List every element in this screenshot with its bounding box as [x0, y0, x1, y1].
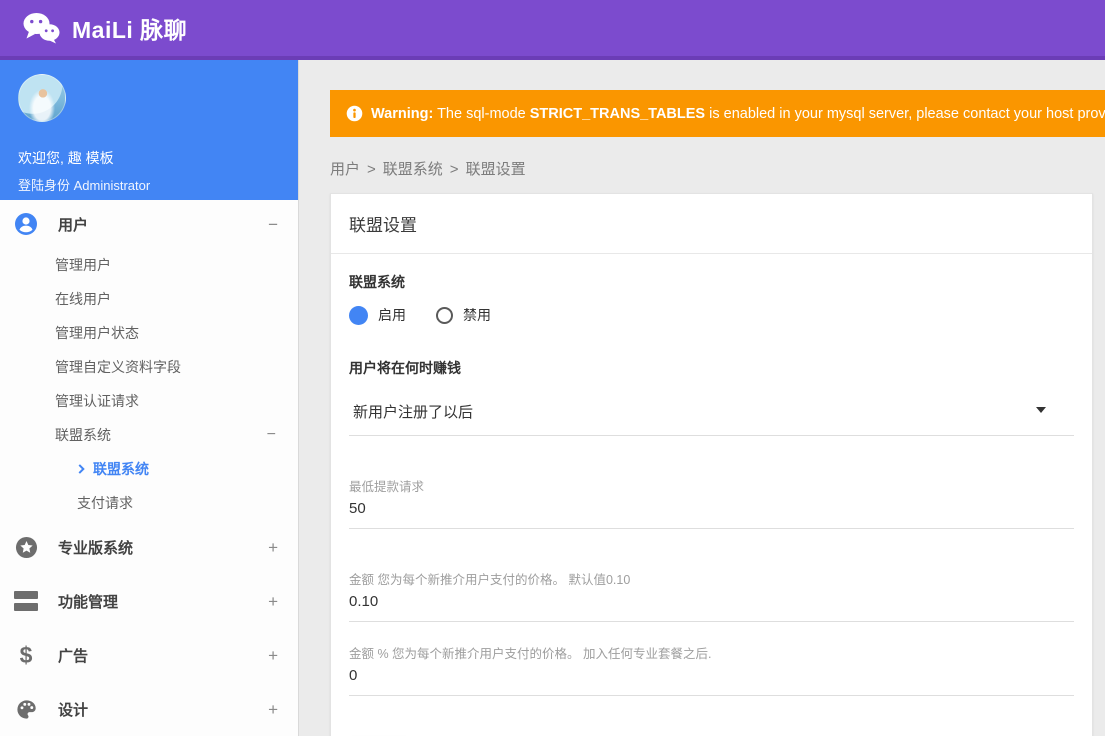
sidebar-item-label: 联盟系统: [93, 461, 149, 477]
sidebar-item-label: 联盟系统: [55, 427, 111, 443]
sidebar-item-label: 用户: [58, 216, 89, 234]
radio-disable-label: 禁用: [463, 307, 491, 323]
affiliate-system-label: 联盟系统: [349, 274, 405, 290]
breadcrumb-affiliate-settings[interactable]: 联盟设置: [466, 161, 526, 178]
sidebar-item-affiliate-system-active[interactable]: 联盟系统: [0, 452, 298, 486]
sidebar-item-manage-users[interactable]: 管理用户: [0, 248, 298, 282]
dropdown-caret-icon: [1036, 407, 1046, 413]
sidebar-item-custom-fields[interactable]: 管理自定义资料字段: [0, 350, 298, 384]
chevron-right-icon: [78, 464, 85, 474]
expand-icon[interactable]: +: [268, 539, 278, 556]
sidebar-menu: 用户 − 管理用户 在线用户 管理用户状态 管理自定义资料字段 管理认证请求 联…: [0, 200, 298, 736]
sidebar-item-label: 在线用户: [55, 291, 111, 307]
breadcrumb-users[interactable]: 用户: [330, 161, 360, 178]
modules-icon: [14, 589, 38, 613]
card-title: 联盟设置: [331, 194, 1092, 254]
sidebar-item-users[interactable]: 用户 −: [0, 200, 298, 248]
dollar-icon: $: [19, 641, 33, 668]
sidebar-item-feature-management[interactable]: 功能管理 +: [0, 574, 298, 628]
login-role-text: 登陆身份 Administrator: [18, 178, 151, 193]
earn-when-select[interactable]: 新用户注册了以后: [349, 391, 1074, 436]
sidebar-item-label: 功能管理: [58, 593, 119, 611]
info-circle-icon: [346, 105, 363, 122]
sidebar: 欢迎您, 趣 模板 登陆身份 Administrator 用户 − 管理用户 在…: [0, 60, 299, 736]
percent-per-referral-field[interactable]: 金额 % 您为每个新推介用户支付的价格。 加入任何专业套餐之后. 0: [349, 643, 1074, 696]
sidebar-item-pro-system[interactable]: 专业版系统 +: [0, 520, 298, 574]
percent-per-referral-input[interactable]: 0: [349, 667, 1074, 684]
earn-when-group: 用户将在何时赚钱 新用户注册了以后: [349, 358, 1074, 436]
min-withdrawal-field[interactable]: 最低提款请求 50: [349, 476, 1074, 529]
collapse-icon[interactable]: −: [267, 426, 276, 444]
star-circle-icon: [14, 535, 38, 559]
radio-enable[interactable]: 启用: [349, 305, 406, 325]
app-window: MaiLi 脉聊 欢迎您, 趣 模板 登陆身份 Administrator 用户…: [0, 0, 1105, 736]
breadcrumb-separator: >: [367, 161, 376, 178]
sidebar-item-payment-requests[interactable]: 支付请求: [0, 486, 298, 520]
amount-per-referral-field[interactable]: 金额 您为每个新推介用户支付的价格。 默认值0.10 0.10: [349, 569, 1074, 622]
amount-per-referral-input[interactable]: 0.10: [349, 593, 1074, 610]
breadcrumb-separator: >: [449, 161, 459, 178]
sidebar-item-affiliate-group[interactable]: 联盟系统 −: [0, 418, 298, 452]
percent-per-referral-label: 金额 % 您为每个新推介用户支付的价格。 加入任何专业套餐之后.: [349, 647, 712, 661]
palette-icon: [14, 697, 38, 721]
expand-icon[interactable]: +: [268, 593, 278, 610]
card-body: 联盟系统 启用 禁用 用户将在何时赚钱 新用户注册了以后 最低提款请求 50 金…: [331, 254, 1092, 736]
collapse-icon[interactable]: −: [268, 216, 278, 233]
breadcrumb: 用户 > 联盟系统 > 联盟设置: [330, 158, 1105, 179]
affiliate-system-radio-group: 启用 禁用: [349, 305, 1074, 325]
radio-enable-label: 启用: [378, 307, 406, 323]
sidebar-item-label: 设计: [58, 701, 89, 719]
radio-unselected-icon[interactable]: [436, 306, 453, 324]
top-header-bar: MaiLi 脉聊: [0, 0, 1105, 60]
expand-icon[interactable]: +: [268, 647, 278, 664]
breadcrumb-affiliate-system[interactable]: 联盟系统: [383, 161, 443, 178]
user-circle-icon: [14, 212, 38, 236]
warning-text: The sql-mode: [433, 105, 530, 122]
app-title: MaiLi 脉聊: [72, 17, 188, 43]
welcome-text: 欢迎您, 趣 模板: [18, 150, 114, 166]
sidebar-item-label: 管理用户: [55, 257, 111, 273]
sidebar-item-label: 支付请求: [77, 495, 133, 511]
warning-label: Warning:: [371, 105, 434, 122]
sidebar-item-label: 管理用户状态: [55, 325, 139, 341]
min-withdrawal-label: 最低提款请求: [349, 480, 425, 494]
amount-per-referral-label: 金额 您为每个新推介用户支付的价格。 默认值0.10: [349, 573, 631, 587]
warning-text: is enabled in your mysql server, please …: [709, 105, 1105, 122]
earn-when-label: 用户将在何时赚钱: [349, 360, 461, 376]
sidebar-item-label: 专业版系统: [58, 539, 134, 557]
sidebar-item-user-status[interactable]: 管理用户状态: [0, 316, 298, 350]
expand-icon[interactable]: +: [268, 701, 278, 718]
radio-selected-icon[interactable]: [349, 305, 368, 325]
min-withdrawal-input[interactable]: 50: [349, 500, 1074, 517]
sidebar-item-label: 管理自定义资料字段: [55, 359, 181, 375]
radio-disable[interactable]: 禁用: [436, 305, 491, 325]
sidebar-item-verification-requests[interactable]: 管理认证请求: [0, 384, 298, 418]
user-avatar[interactable]: [18, 74, 66, 122]
warning-banner: Warning: The sql-mode STRICT_TRANS_TABLE…: [330, 90, 1105, 137]
affiliate-settings-card: 联盟设置 联盟系统 启用 禁用 用户将在何时赚钱 新用户注册了以后 最低提款请求…: [330, 193, 1093, 736]
sidebar-item-design[interactable]: 设计 +: [0, 682, 298, 736]
wechat-logo-icon: [23, 13, 60, 44]
sidebar-item-ads[interactable]: $ 广告 +: [0, 628, 298, 682]
sidebar-item-online-users[interactable]: 在线用户: [0, 282, 298, 316]
profile-panel: 欢迎您, 趣 模板 登陆身份 Administrator: [0, 60, 298, 200]
warning-code: STRICT_TRANS_TABLES: [529, 105, 706, 122]
earn-when-selected-value: 新用户注册了以后: [353, 404, 474, 421]
main-content: Warning: The sql-mode STRICT_TRANS_TABLE…: [300, 60, 1105, 736]
sidebar-item-label: 广告: [58, 647, 89, 665]
sidebar-item-label: 管理认证请求: [55, 393, 139, 409]
